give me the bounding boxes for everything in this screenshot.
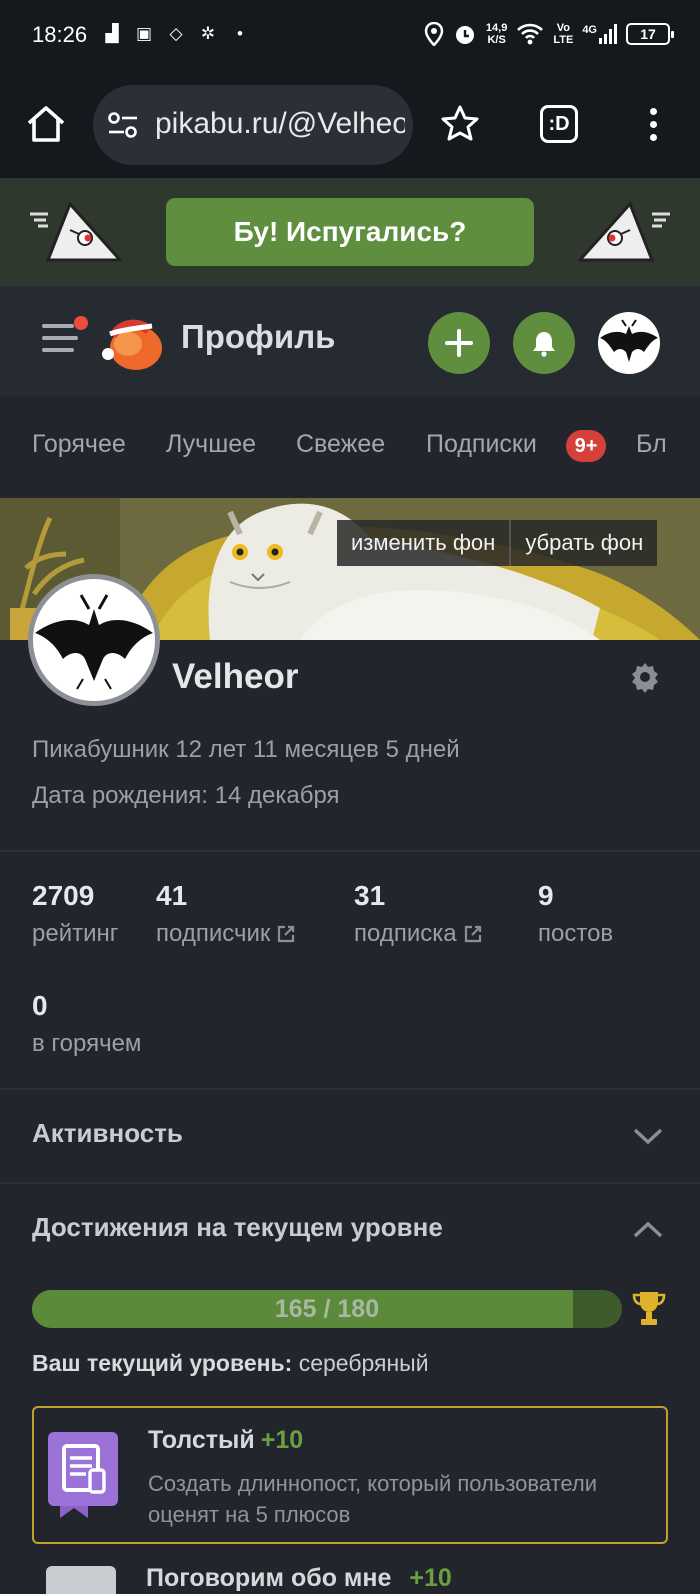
stat-rating: 2709 рейтинг — [32, 880, 119, 947]
change-cover-button[interactable]: изменить фон — [337, 520, 510, 566]
pikabu-logo[interactable] — [100, 310, 166, 372]
achievement-card[interactable]: Поговорим обо мне +10 — [32, 1562, 668, 1594]
volte-indicator: Vo LTE — [553, 22, 574, 46]
divider — [0, 1182, 700, 1184]
achievements-section-title[interactable]: Достижения на текущем уровне — [32, 1212, 443, 1243]
wifi-icon — [517, 23, 544, 45]
ghost-icon — [30, 201, 122, 262]
bat-avatar-image — [35, 594, 153, 690]
cover-actions: изменить фон убрать фон — [337, 520, 658, 566]
notifications-button[interactable] — [513, 312, 575, 374]
remove-cover-button[interactable]: убрать фон — [509, 520, 658, 566]
tab-subscriptions[interactable]: Подписки — [426, 430, 537, 459]
subscriptions-count-badge: 9+ — [566, 430, 606, 462]
achievement-badge-icon — [46, 1566, 116, 1594]
network-speed: 14,9 K/S — [485, 22, 508, 46]
alarm-icon — [455, 26, 474, 44]
browser-toolbar: pikabu.ru/@Velheor :D — [0, 72, 700, 178]
external-link-icon — [464, 925, 481, 943]
birthday: Дата рождения: 14 декабря — [32, 782, 340, 809]
system-icons: 14,9 K/S Vo LTE 4G 17 — [424, 22, 674, 46]
home-icon[interactable] — [24, 102, 68, 146]
battery-indicator: 17 — [626, 23, 674, 45]
activity-section-title[interactable]: Активность — [32, 1118, 183, 1149]
more-notifications-dot-icon: • — [237, 24, 243, 43]
profile-avatar[interactable] — [28, 574, 160, 706]
username: Velheor — [172, 657, 299, 696]
level-progress-bar: 165 / 180 — [32, 1290, 622, 1328]
user-avatar-button[interactable] — [598, 312, 660, 374]
page-title: Профиль — [181, 318, 336, 355]
tabs-switcher-button[interactable]: :D — [540, 105, 578, 143]
ghost-icon — [578, 201, 670, 262]
stat-in-hot: 0в горячем — [32, 990, 142, 1057]
tab-fresh[interactable]: Свежее — [296, 430, 385, 459]
plus-icon — [445, 329, 473, 357]
stat-subscriptions[interactable]: 31 подписка — [354, 880, 483, 948]
promo-banner: Бу! Испугались? — [0, 178, 700, 286]
address-bar[interactable]: pikabu.ru/@Velheor — [93, 85, 413, 165]
tab-hot[interactable]: Горячее — [32, 430, 126, 459]
site-settings-icon[interactable] — [107, 111, 139, 139]
achievement-description: Создать длиннопост, который пользователи… — [148, 1471, 598, 1527]
location-icon — [424, 22, 444, 46]
divider — [0, 1088, 700, 1090]
bat-avatar-image — [600, 319, 658, 362]
chevron-up-icon[interactable] — [632, 1220, 664, 1240]
progress-text: 165 / 180 — [274, 1295, 380, 1323]
achievement-card[interactable]: Толстый +10 Создать длиннопост, который п… — [32, 1406, 668, 1544]
chevron-down-icon[interactable] — [632, 1126, 664, 1146]
browser-menu-icon[interactable] — [638, 104, 668, 144]
member-since: Пикабушник 12 лет 11 месяцев 5 дней — [32, 736, 460, 763]
site-header: Профиль — [0, 286, 700, 396]
current-level: Ваш текущий уровень: серебряный — [32, 1350, 429, 1376]
create-post-button[interactable] — [428, 312, 490, 374]
achievement-name: Поговорим обо мне +10 — [146, 1564, 452, 1592]
bell-icon — [533, 332, 555, 357]
tab-blogs[interactable]: Бл — [636, 430, 667, 459]
divider — [0, 850, 700, 852]
notification-icons: ▟ ▣ ◇ ✲ • — [102, 24, 250, 44]
achievement-name: Толстый +10 — [148, 1426, 304, 1454]
settings-gear-icon[interactable] — [628, 660, 662, 694]
app-notification-icon: ▣ — [135, 24, 153, 43]
promo-button[interactable]: Бу! Испугались? — [166, 198, 534, 266]
shield-icon: ◇ — [169, 24, 183, 43]
external-link-icon — [278, 925, 295, 943]
notification-dot — [74, 316, 88, 330]
activity-icon: ▟ — [105, 24, 119, 43]
stat-posts: 9 постов — [538, 880, 614, 947]
trophy-icon — [632, 1292, 666, 1325]
signal-indicator: 4G — [582, 24, 617, 44]
bookmark-star-icon[interactable] — [440, 104, 480, 144]
longpost-badge-icon — [48, 1432, 118, 1518]
stat-followers[interactable]: 41 подписчик — [156, 880, 296, 948]
url-text[interactable]: pikabu.ru/@Velheor — [155, 107, 405, 143]
status-bar: 18:26 ▟ ▣ ◇ ✲ • 14,9 K/S Vo LTE 4G 17 — [0, 0, 700, 72]
menu-burger-icon[interactable] — [42, 316, 88, 358]
tab-best[interactable]: Лучшее — [166, 430, 256, 459]
signal-bars-icon — [599, 24, 617, 44]
settings-notification-icon: ✲ — [200, 24, 216, 43]
clock: 18:26 — [32, 22, 88, 47]
